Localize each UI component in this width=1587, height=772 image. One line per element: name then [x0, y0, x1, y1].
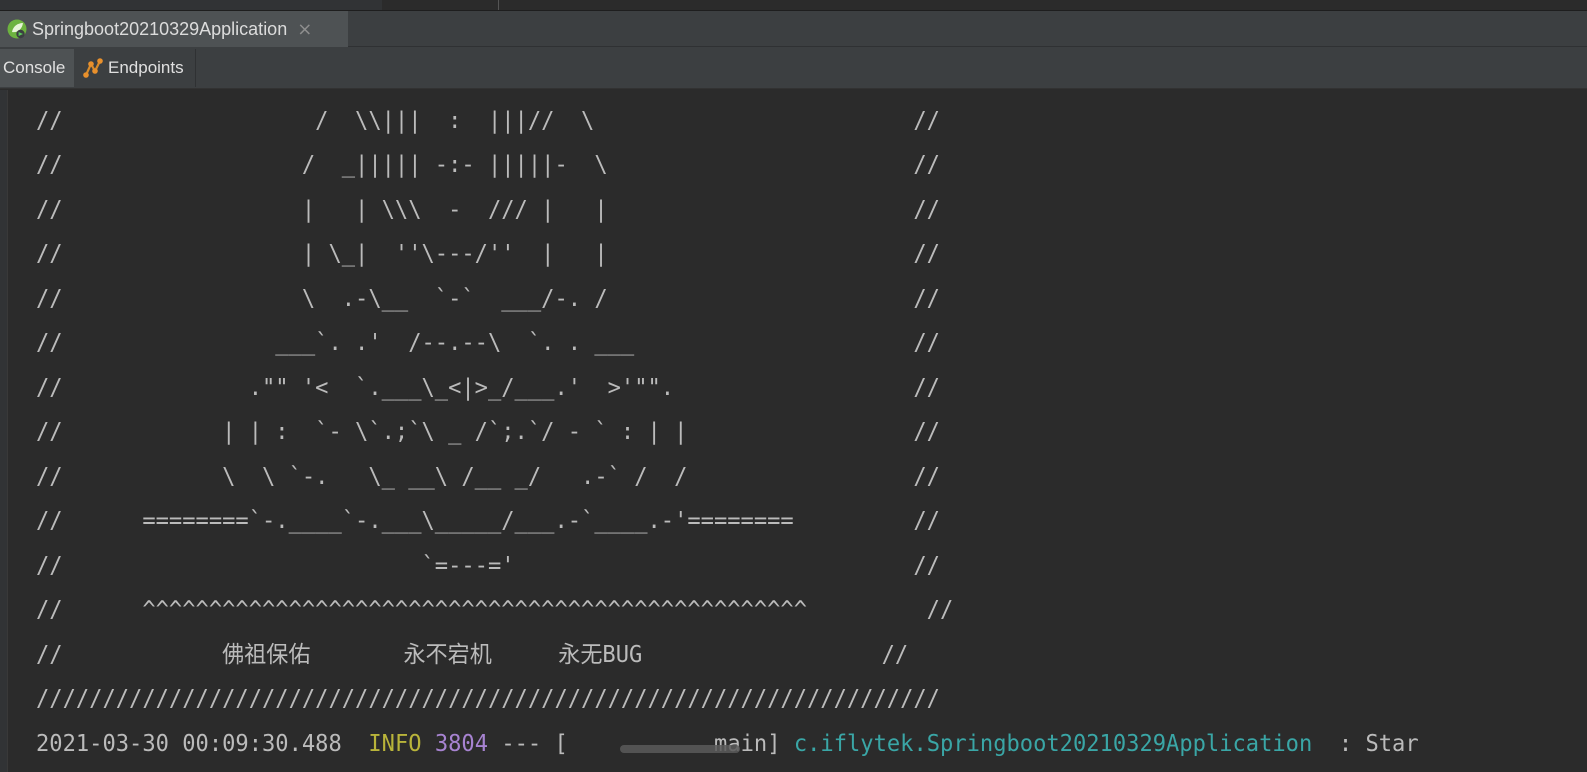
toolbar-divider	[195, 49, 196, 87]
console-line: // / _||||| -:- |||||- \ //	[36, 152, 940, 178]
log-separator: --- [	[501, 731, 568, 757]
console-line: // `=---=' //	[36, 553, 940, 579]
tab-console[interactable]: Console	[0, 49, 74, 87]
console-line: // | | \\\ - /// | | //	[36, 197, 940, 223]
editor-remnant-strip	[0, 0, 1587, 11]
console-output[interactable]: // / \\||| : |||// \ // // / _||||| -:- …	[0, 90, 1587, 772]
horizontal-scrollbar-thumb[interactable]	[620, 745, 740, 753]
console-line: // | | : `- \`.;`\ _ /`;.`/ - ` : | | //	[36, 419, 940, 445]
console-line: // ========`-.____`-.___\_____/___.-`___…	[36, 508, 940, 534]
close-icon[interactable]: ×	[297, 19, 312, 40]
console-line: // ."" '< `.___\_<|>_/___.' >'"". //	[36, 375, 940, 401]
tab-endpoints[interactable]: Endpoints	[76, 49, 196, 87]
run-toolbar: Console Endpoints	[0, 47, 1587, 89]
console-line: // ^^^^^^^^^^^^^^^^^^^^^^^^^^^^^^^^^^^^^…	[36, 597, 954, 623]
log-level: INFO	[368, 731, 422, 757]
console-line: // \ \ `-. \_ __\ /__ _/ .-` / / //	[36, 464, 940, 490]
console-line: // \ .-\__ `-` ___/-. / //	[36, 286, 940, 312]
editor-gutter	[0, 0, 382, 10]
console-line: ////////////////////////////////////////…	[36, 686, 940, 712]
console-line: // 佛祖保佑 永不宕机 永无BUG //	[36, 642, 909, 668]
spring-run-icon	[6, 18, 28, 40]
run-tab-bar: Springboot20210329Application ×	[0, 11, 1587, 47]
console-line: // / \\||| : |||// \ //	[36, 108, 940, 134]
tab-endpoints-label: Endpoints	[108, 58, 184, 77]
console-left-border	[0, 90, 8, 772]
log-logger[interactable]: c.iflytek.Springboot20210329Application	[794, 731, 1312, 757]
log-timestamp: 2021-03-30 00:09:30.488	[36, 731, 342, 757]
ide-run-window: Springboot20210329Application × Console …	[0, 0, 1587, 772]
run-tab-springboot[interactable]: Springboot20210329Application ×	[0, 11, 348, 47]
console-line: // ___`. .' /--.--\ `. . ___ //	[36, 330, 940, 356]
log-message: : Star	[1338, 731, 1419, 757]
log-pid: 3804	[434, 731, 489, 757]
log-thread: main]	[714, 731, 781, 757]
run-tab-label: Springboot20210329Application	[32, 18, 288, 39]
console-line: // | \_| ''\---/'' | | //	[36, 241, 940, 267]
editor-divider	[498, 0, 499, 10]
tab-console-label: Console	[3, 58, 66, 77]
endpoints-icon	[82, 57, 104, 79]
